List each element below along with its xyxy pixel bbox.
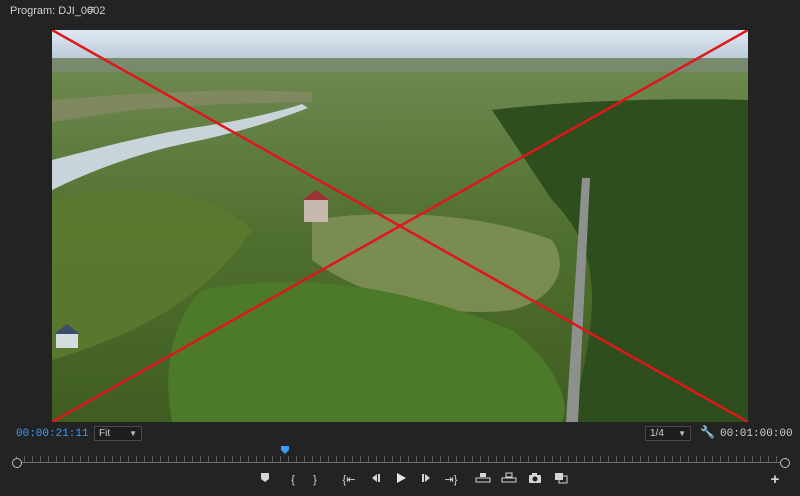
- lift-icon[interactable]: [474, 472, 492, 488]
- settings-wrench-icon[interactable]: 🔧: [700, 425, 715, 439]
- mark-in-icon[interactable]: {: [284, 472, 302, 488]
- zoom-level-value: Fit: [99, 428, 111, 439]
- mark-out-icon[interactable]: }: [306, 472, 324, 488]
- chevron-down-icon: ▼: [129, 429, 137, 438]
- sky: [52, 30, 748, 60]
- house: [304, 198, 328, 222]
- distant-city: [52, 58, 748, 72]
- comparison-view-icon[interactable]: [552, 472, 570, 488]
- play-icon[interactable]: [392, 472, 410, 488]
- timeline-end-handle[interactable]: [780, 458, 790, 468]
- camera-icon[interactable]: [526, 472, 544, 488]
- timeline-start-handle[interactable]: [12, 458, 22, 468]
- zoom-level-dropdown[interactable]: Fit ▼: [94, 426, 142, 441]
- program-monitor-viewport[interactable]: [52, 30, 748, 422]
- chevron-down-icon: ▼: [678, 429, 686, 438]
- extract-icon[interactable]: [500, 472, 518, 488]
- transport-controls: { } {⇤ ⇥} +: [0, 470, 800, 492]
- timeline-track: [16, 462, 784, 463]
- playhead-marker[interactable]: [280, 446, 289, 454]
- duration-timecode: 00:01:00:00: [720, 428, 793, 440]
- plus-icon[interactable]: +: [766, 472, 784, 488]
- playback-resolution-value: 1/4: [650, 428, 664, 439]
- hamburger-menu-icon[interactable]: ≡: [88, 4, 94, 16]
- step-back-icon[interactable]: [366, 472, 384, 488]
- video-frame: [52, 30, 748, 422]
- playback-resolution-dropdown[interactable]: 1/4 ▼: [645, 426, 691, 441]
- timeline-ruler[interactable]: [12, 446, 790, 468]
- go-to-out-icon[interactable]: ⇥}: [442, 472, 460, 488]
- marker-icon[interactable]: [256, 472, 274, 488]
- go-to-in-icon[interactable]: {⇤: [340, 472, 358, 488]
- panel-header: Program: DJI_0002 ≡: [0, 0, 800, 22]
- small-house: [56, 332, 78, 348]
- current-timecode[interactable]: 00:00:21:11: [16, 428, 89, 440]
- step-forward-icon[interactable]: [418, 472, 436, 488]
